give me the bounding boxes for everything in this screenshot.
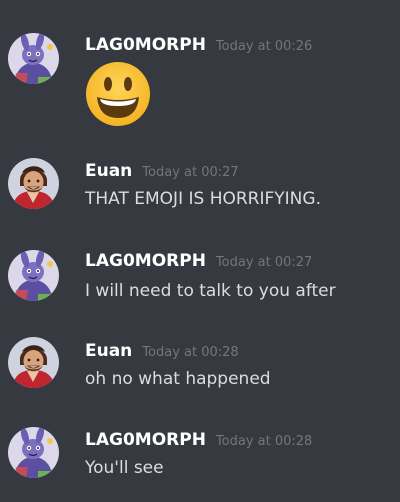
timestamp: Today at 00:28 — [142, 345, 239, 360]
username[interactable]: Euan — [85, 161, 132, 181]
message-text: You'll see — [85, 458, 164, 478]
message-header: LAG0MORPH Today at 00:28 — [85, 430, 312, 450]
euan-avatar[interactable] — [8, 337, 59, 388]
username[interactable]: LAG0MORPH — [85, 251, 206, 271]
euan-avatar[interactable] — [8, 158, 59, 209]
timestamp: Today at 00:27 — [142, 165, 239, 180]
lagomorph-avatar[interactable] — [8, 250, 59, 301]
message-text: oh no what happened — [85, 369, 271, 389]
message-text: THAT EMOJI IS HORRIFYING. — [85, 189, 321, 209]
username[interactable]: LAG0MORPH — [85, 430, 206, 450]
timestamp: Today at 00:26 — [215, 39, 313, 54]
username[interactable]: Euan — [85, 341, 132, 361]
message-header: Euan Today at 00:28 — [85, 341, 239, 361]
lagomorph-avatar[interactable] — [8, 33, 59, 84]
message-header: Euan Today at 00:27 — [85, 161, 239, 181]
username[interactable]: LAG0MORPH — [85, 35, 206, 55]
smiley-emoji[interactable] — [85, 61, 151, 127]
lagomorph-avatar[interactable] — [8, 427, 59, 478]
chat-log: LAG0MORPH Today at 00:26 Euan Today at 0… — [0, 0, 400, 502]
message-header: LAG0MORPH Today at 00:27 — [85, 251, 312, 271]
timestamp: Today at 00:28 — [215, 434, 313, 449]
message-text: I will need to talk to you after — [85, 281, 336, 301]
timestamp: Today at 00:27 — [215, 255, 313, 270]
message-header: LAG0MORPH Today at 00:26 — [85, 35, 312, 55]
